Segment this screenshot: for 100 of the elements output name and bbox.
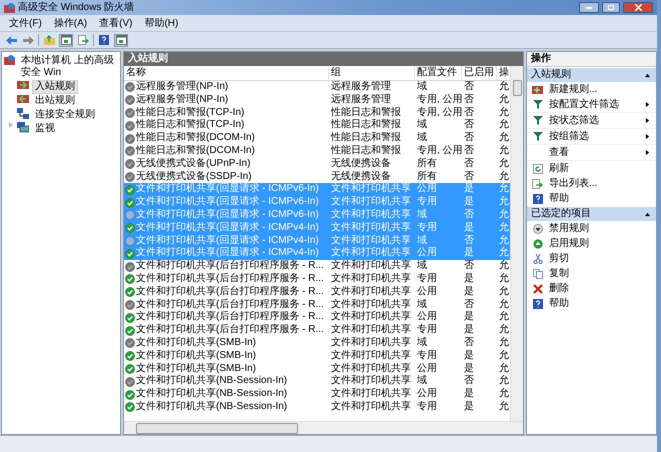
tree-item[interactable]: 监视 xyxy=(32,122,58,136)
export-button[interactable] xyxy=(76,34,90,46)
section-title: 入站规则 xyxy=(531,68,571,82)
action-item[interactable]: 按组筛选 xyxy=(527,129,656,145)
help-button[interactable] xyxy=(97,34,111,46)
profile-text: 专用 xyxy=(417,324,437,336)
action-pane-toggle[interactable] xyxy=(114,34,128,46)
menu-item[interactable]: 帮助(H) xyxy=(139,16,184,30)
table-row[interactable]: 远程服务管理(NP-In) 远程服务管理 专用, 公用 否 允 xyxy=(124,94,510,107)
action-text: 允 xyxy=(499,286,509,297)
enabled-text: 否 xyxy=(464,158,474,169)
firewall-icon xyxy=(4,3,15,13)
back-button[interactable] xyxy=(4,34,18,46)
profile-text: 域 xyxy=(417,336,427,348)
close-button[interactable] xyxy=(623,2,653,13)
firewall-icon xyxy=(17,94,29,104)
action-item[interactable]: 按配置文件筛选 xyxy=(527,97,656,113)
profile-text: 公用 xyxy=(417,247,437,258)
enabled-text: 否 xyxy=(464,375,474,386)
action-item[interactable]: 复制 xyxy=(527,266,656,281)
enabled-text: 否 xyxy=(464,132,474,144)
forward-arrow-icon xyxy=(22,36,34,44)
action-item[interactable]: 按状态筛选 xyxy=(527,113,656,129)
profile-text: 专用 xyxy=(417,196,437,208)
pane-icon xyxy=(60,35,72,45)
rule-name: 性能日志和警报(DCOM-In) xyxy=(136,132,255,145)
action-item[interactable]: 刷新 xyxy=(527,161,656,176)
monitor-icon xyxy=(17,122,29,133)
tree-item[interactable]: 本地计算机 上的高级安全 Win xyxy=(18,54,120,80)
enabled-text: 否 xyxy=(464,170,474,182)
profile-text: 专用, 公用 xyxy=(417,94,462,105)
export-icon xyxy=(532,178,543,188)
action-text: 允 xyxy=(499,81,509,92)
horizontal-scrollbar[interactable] xyxy=(124,421,523,434)
enabled-text: 否 xyxy=(464,106,474,118)
action-text: 允 xyxy=(499,336,509,348)
scissors-icon xyxy=(532,254,542,264)
column-header[interactable]: 名称 xyxy=(124,66,329,80)
action-item[interactable]: 帮助 xyxy=(527,191,656,206)
tree-item[interactable]: 入站规则 xyxy=(32,80,78,94)
group-name: 性能日志和警报 xyxy=(331,132,401,144)
action-item[interactable]: 导出列表... xyxy=(527,176,656,191)
tree-item[interactable]: 连接安全规则 xyxy=(32,108,98,122)
enabled-text: 否 xyxy=(464,234,474,246)
menu-item[interactable]: 操作(A) xyxy=(48,16,92,30)
enabled-text: 是 xyxy=(464,272,474,284)
action-item[interactable]: 删除 xyxy=(527,281,656,296)
menu-item[interactable]: 文件(F) xyxy=(4,16,47,30)
table-row[interactable]: 性能日志和警报(DCOM-In) 性能日志和警报 域 否 允 xyxy=(124,132,510,145)
column-header[interactable]: 已启用 xyxy=(462,66,497,80)
action-item[interactable]: 禁用规则 xyxy=(527,221,656,236)
maximize-button[interactable] xyxy=(602,2,620,13)
tree-pane-toggle[interactable] xyxy=(59,34,73,46)
action-item[interactable]: 查看 xyxy=(527,145,656,161)
close-icon xyxy=(634,4,642,11)
column-header[interactable]: 组 xyxy=(329,66,415,80)
section-header[interactable]: 已选定的项目 xyxy=(527,207,656,221)
firewall-icon xyxy=(17,80,29,90)
enabled-text: 是 xyxy=(464,388,474,400)
action-text: 允 xyxy=(499,298,509,310)
action-text: 允 xyxy=(499,375,509,386)
column-header[interactable]: 配置文件 xyxy=(415,66,462,80)
table-row[interactable]: 性能日志和警报(TCP-In) 性能日志和警报 专用, 公用 否 允 xyxy=(124,106,510,120)
action-text: 允 xyxy=(499,400,509,412)
table-row[interactable]: 远程服务管理(NP-In) 远程服务管理 域 否 允 xyxy=(124,81,510,94)
back-arrow-icon xyxy=(6,36,16,44)
pane-icon xyxy=(116,35,126,45)
minimize-button[interactable] xyxy=(579,2,599,13)
profile-text: 公用 xyxy=(417,183,437,194)
section-header[interactable]: 入站规则 xyxy=(527,68,656,82)
enabled-text: 是 xyxy=(464,247,474,258)
action-text: 允 xyxy=(499,234,509,246)
forward-button[interactable] xyxy=(21,34,35,46)
action-item[interactable]: 启用规则 xyxy=(527,236,656,251)
table-row[interactable]: 性能日志和警报(TCP-In) 性能日志和警报 域 否 允 xyxy=(124,119,510,132)
network-icon xyxy=(17,108,29,119)
action-item[interactable]: 剪切 xyxy=(527,251,656,266)
table-row[interactable]: 性能日志和警报(DCOM-In) 性能日志和警报 专用, 公用 否 允 xyxy=(124,144,510,158)
action-item[interactable]: 帮助 xyxy=(527,296,656,311)
vertical-scrollbar[interactable] xyxy=(510,66,523,421)
profile-text: 所有 xyxy=(417,158,437,169)
new-rule-icon xyxy=(532,84,543,94)
delete-icon xyxy=(532,284,542,294)
arrow-up-circle-icon xyxy=(532,238,542,248)
group-name: 性能日志和警报 xyxy=(331,144,401,156)
tree-item[interactable]: 出站规则 xyxy=(32,94,78,108)
group-name: 远程服务管理 xyxy=(331,81,391,92)
enabled-text: 是 xyxy=(464,362,474,374)
enabled-text: 否 xyxy=(464,208,474,220)
profile-text: 专用 xyxy=(417,400,437,412)
enabled-text: 否 xyxy=(464,336,474,348)
help-icon xyxy=(532,194,542,204)
profile-text: 专用 xyxy=(417,222,437,233)
up-button[interactable] xyxy=(42,34,56,46)
profile-text: 域 xyxy=(417,375,427,386)
action-text: 允 xyxy=(499,260,509,272)
action-item[interactable]: 新建规则... xyxy=(527,82,656,97)
menu-item[interactable]: 查看(V) xyxy=(94,16,138,30)
firewall-icon xyxy=(4,55,15,65)
profile-text: 域 xyxy=(417,208,427,220)
